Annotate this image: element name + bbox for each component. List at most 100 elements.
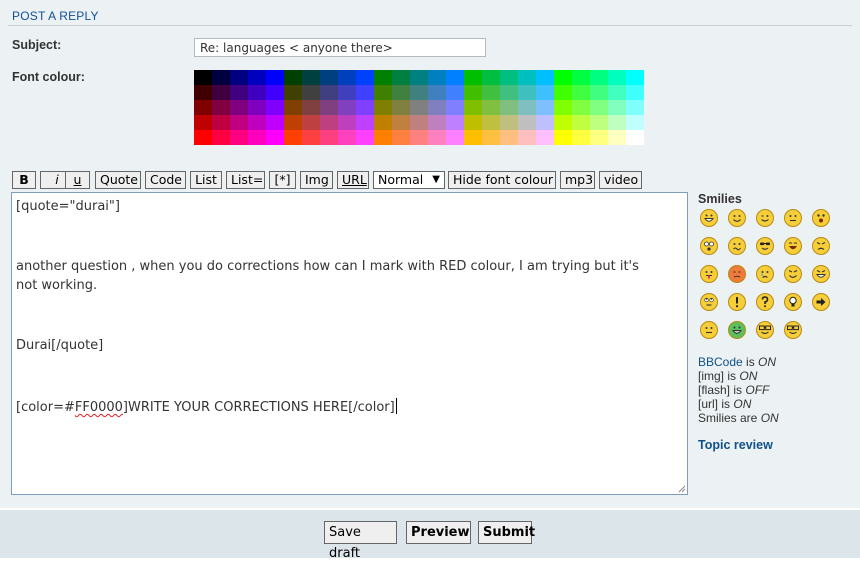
green-grin-smiley-icon[interactable] (728, 321, 746, 339)
colour-swatch[interactable] (626, 70, 644, 85)
colour-swatch[interactable] (554, 85, 572, 100)
list-button[interactable]: List (190, 171, 222, 189)
colour-swatch[interactable] (428, 100, 446, 115)
colour-swatch[interactable] (446, 115, 464, 130)
colour-swatch[interactable] (356, 70, 374, 85)
colour-swatch[interactable] (608, 115, 626, 130)
colour-swatch[interactable] (266, 115, 284, 130)
colour-swatch[interactable] (464, 85, 482, 100)
colour-swatch[interactable] (428, 130, 446, 145)
colour-swatch[interactable] (356, 115, 374, 130)
colour-swatch[interactable] (194, 130, 212, 145)
colour-swatch[interactable] (410, 130, 428, 145)
colour-swatch[interactable] (248, 130, 266, 145)
cool-smiley-icon[interactable] (756, 237, 774, 255)
colour-swatch[interactable] (212, 100, 230, 115)
colour-swatch[interactable] (410, 85, 428, 100)
preview-button[interactable]: Preview (406, 521, 471, 544)
surprised-smiley-icon[interactable] (812, 209, 830, 227)
colour-swatch[interactable] (230, 85, 248, 100)
colour-swatch[interactable] (320, 85, 338, 100)
colour-swatch[interactable] (248, 85, 266, 100)
colour-swatch[interactable] (482, 115, 500, 130)
colour-swatch[interactable] (428, 85, 446, 100)
colour-swatch[interactable] (536, 115, 554, 130)
wink-smiley-icon[interactable] (756, 209, 774, 227)
colour-swatch[interactable] (590, 115, 608, 130)
colour-swatch[interactable] (302, 100, 320, 115)
colour-swatch[interactable] (194, 70, 212, 85)
colour-swatch[interactable] (374, 85, 392, 100)
url-button[interactable]: URL (337, 171, 369, 189)
img-button[interactable]: Img (300, 171, 333, 189)
mp3-button[interactable]: mp3 (560, 171, 595, 189)
underline-button[interactable]: u (65, 171, 90, 189)
colour-swatch[interactable] (608, 85, 626, 100)
colour-swatch[interactable] (518, 70, 536, 85)
colour-swatch[interactable] (464, 100, 482, 115)
confused-smiley-icon[interactable] (728, 237, 746, 255)
colour-swatch[interactable] (284, 130, 302, 145)
colour-swatch[interactable] (230, 70, 248, 85)
colour-swatch[interactable] (518, 130, 536, 145)
colour-swatch[interactable] (212, 115, 230, 130)
colour-swatch[interactable] (518, 100, 536, 115)
ugeek-smiley-icon[interactable] (784, 321, 802, 339)
colour-swatch[interactable] (572, 130, 590, 145)
colour-swatch[interactable] (428, 115, 446, 130)
colour-swatch[interactable] (374, 130, 392, 145)
colour-swatch[interactable] (338, 70, 356, 85)
topic-review-link[interactable]: Topic review (698, 438, 773, 452)
colour-swatch[interactable] (374, 70, 392, 85)
colour-swatch[interactable] (572, 100, 590, 115)
colour-swatch[interactable] (356, 85, 374, 100)
colour-swatch[interactable] (356, 130, 374, 145)
colour-swatch[interactable] (500, 130, 518, 145)
colour-swatch[interactable] (554, 100, 572, 115)
biggrin-smiley-icon[interactable] (700, 209, 718, 227)
colour-swatch[interactable] (320, 100, 338, 115)
colour-swatch[interactable] (302, 130, 320, 145)
exclaim-smiley-icon[interactable] (728, 293, 746, 311)
colour-swatch[interactable] (248, 115, 266, 130)
colour-swatch[interactable] (392, 85, 410, 100)
colour-swatch[interactable] (536, 85, 554, 100)
colour-swatch[interactable] (410, 70, 428, 85)
colour-swatch[interactable] (338, 130, 356, 145)
code-button[interactable]: Code (145, 171, 186, 189)
submit-button[interactable]: Submit (478, 521, 535, 544)
colour-swatch[interactable] (320, 130, 338, 145)
video-button[interactable]: video (599, 171, 642, 189)
colour-swatch[interactable] (554, 70, 572, 85)
colour-swatch[interactable] (338, 100, 356, 115)
razz-smiley-icon[interactable] (700, 265, 718, 283)
twisted-smiley-icon[interactable] (812, 265, 830, 283)
colour-swatch[interactable] (446, 85, 464, 100)
colour-swatch[interactable] (590, 100, 608, 115)
colour-swatch[interactable] (284, 100, 302, 115)
question-smiley-icon[interactable] (756, 293, 774, 311)
colour-swatch[interactable] (392, 100, 410, 115)
colour-swatch[interactable] (284, 85, 302, 100)
colour-swatch[interactable] (248, 100, 266, 115)
colour-swatch[interactable] (428, 70, 446, 85)
colour-swatch[interactable] (194, 100, 212, 115)
colour-swatch[interactable] (266, 70, 284, 85)
colour-swatch[interactable] (338, 85, 356, 100)
colour-swatch[interactable] (500, 85, 518, 100)
eek-smiley-icon[interactable] (700, 237, 718, 255)
quote-button[interactable]: Quote (95, 171, 141, 189)
colour-swatch[interactable] (572, 70, 590, 85)
colour-swatch[interactable] (536, 130, 554, 145)
smile-smiley-icon[interactable] (728, 209, 746, 227)
message-textarea[interactable]: [quote="durai"] another question , when … (11, 192, 688, 495)
colour-swatch[interactable] (626, 100, 644, 115)
ordered-list-button[interactable]: List= (226, 171, 265, 189)
colour-swatch[interactable] (212, 85, 230, 100)
mad-smiley-icon[interactable] (812, 237, 830, 255)
colour-swatch[interactable] (590, 85, 608, 100)
colour-swatch[interactable] (590, 130, 608, 145)
colour-swatch[interactable] (320, 70, 338, 85)
colour-swatch[interactable] (554, 115, 572, 130)
colour-swatch[interactable] (500, 115, 518, 130)
